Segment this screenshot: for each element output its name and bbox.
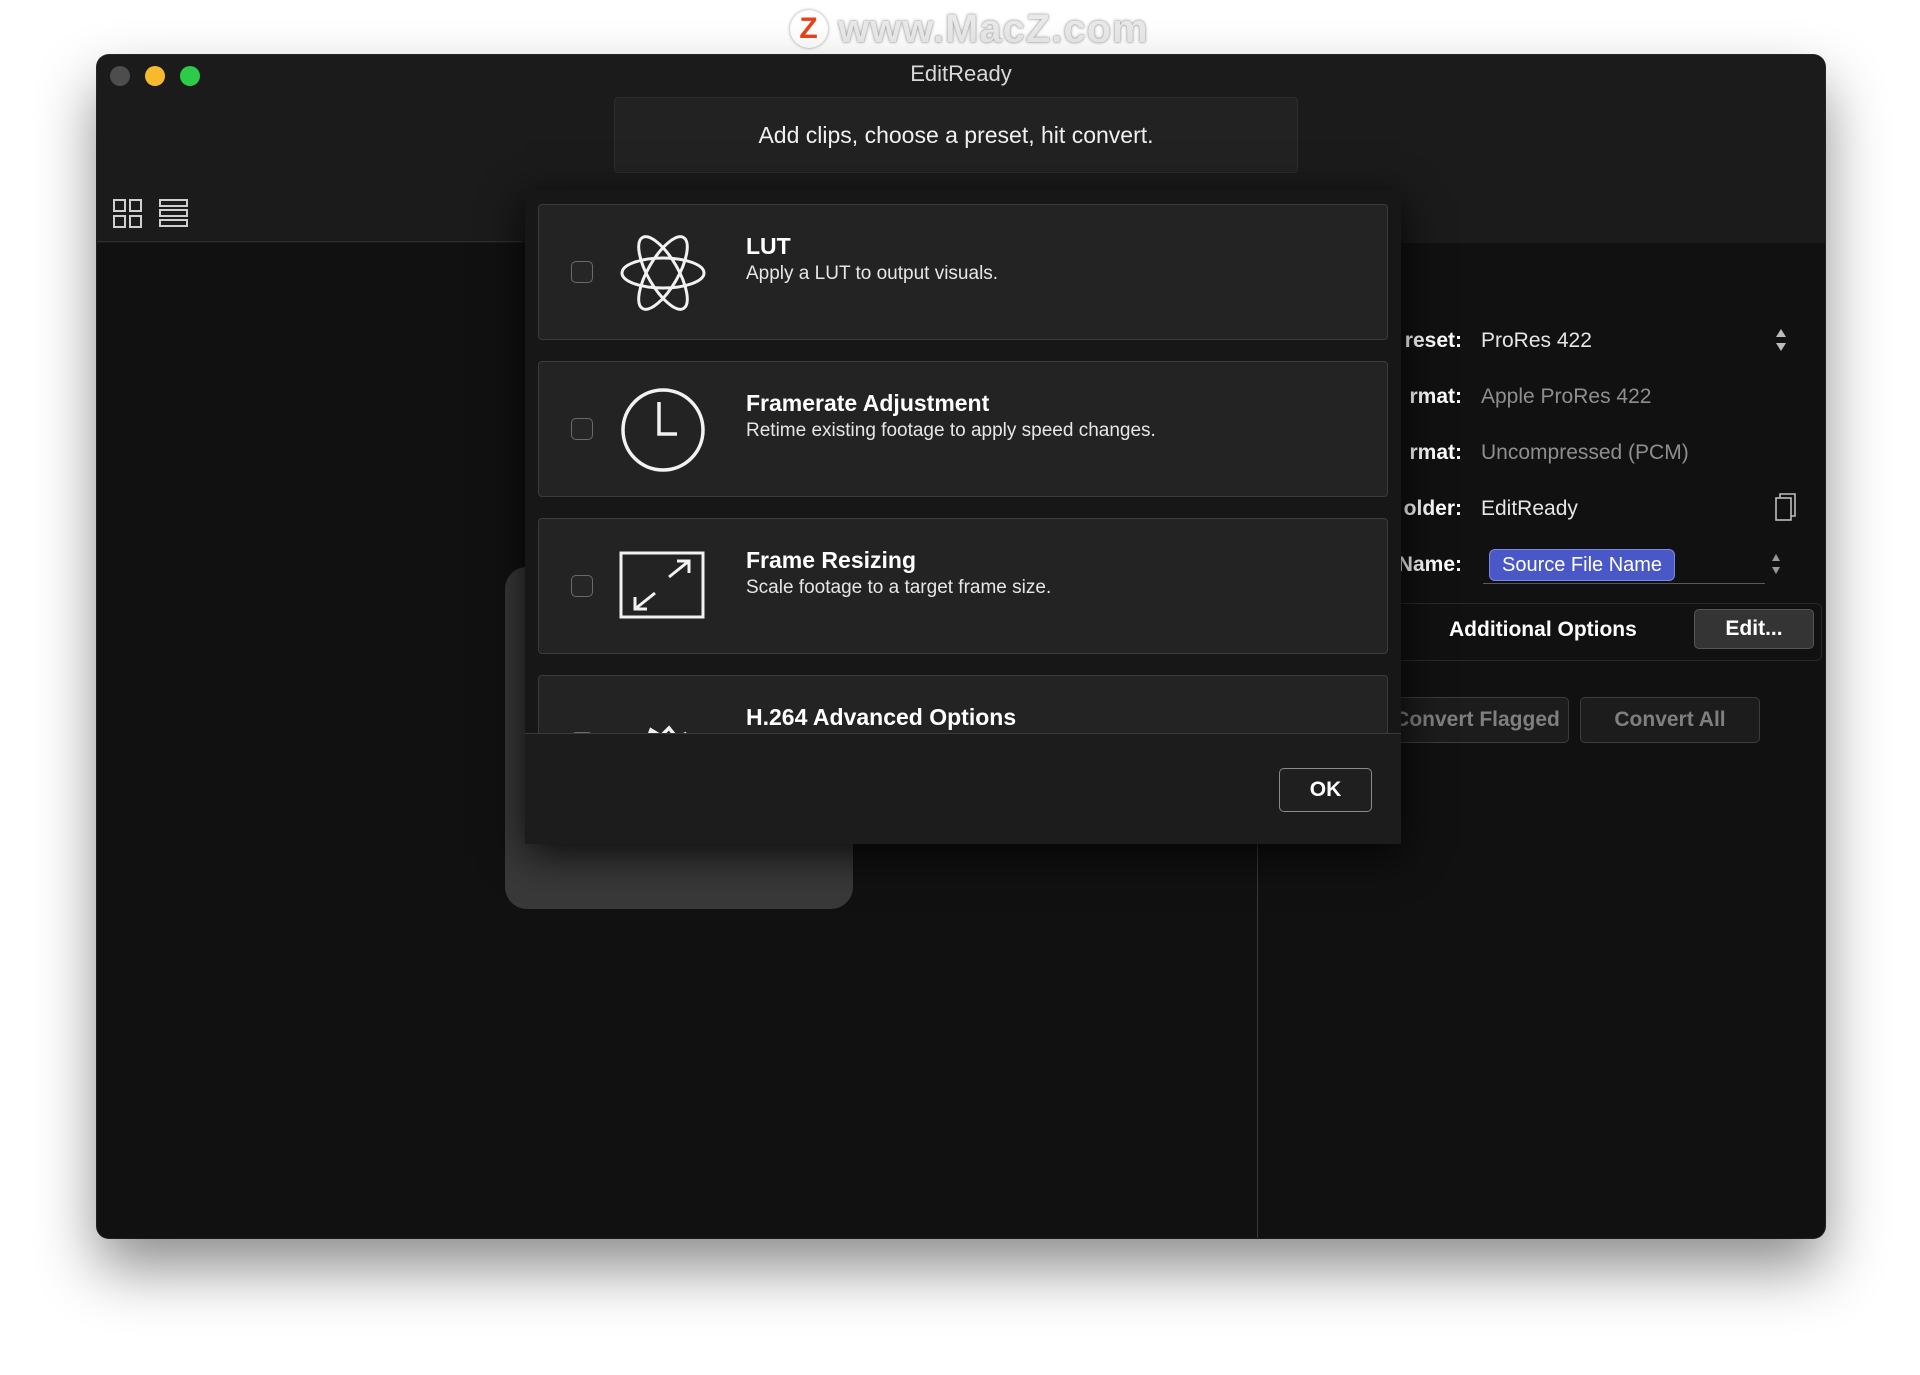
frame-resizing-checkbox[interactable] xyxy=(571,575,593,597)
folder-label: older: xyxy=(1403,497,1462,520)
window-title: EditReady xyxy=(910,61,1012,86)
audio-format-value: Uncompressed (PCM) xyxy=(1481,441,1689,464)
option-title: Frame Resizing xyxy=(746,547,916,573)
audio-format-label: rmat: xyxy=(1409,441,1462,464)
option-description: Apply a LUT to output visuals. xyxy=(746,263,999,284)
convert-all-button[interactable]: Convert All xyxy=(1580,697,1760,743)
option-description: Retime existing footage to apply speed c… xyxy=(746,420,1156,441)
resize-arrows-icon xyxy=(619,551,705,619)
option-title: LUT xyxy=(746,233,791,259)
name-label: Name: xyxy=(1397,553,1462,576)
view-mode-switcher xyxy=(113,199,189,229)
preset-label: reset: xyxy=(1404,329,1462,352)
name-row: Name: Source File Name xyxy=(1397,547,1825,587)
option-title: Framerate Adjustment xyxy=(746,390,990,416)
preset-stepper-icon[interactable] xyxy=(1774,327,1788,353)
convert-flagged-button[interactable]: Convert Flagged xyxy=(1385,697,1569,743)
source-file-name-token[interactable]: Source File Name xyxy=(1489,549,1676,581)
clock-icon xyxy=(621,388,705,472)
file-name-field[interactable]: Source File Name xyxy=(1483,547,1765,584)
edit-options-button[interactable]: Edit... xyxy=(1694,609,1814,649)
macz-logo-icon: Z xyxy=(790,10,828,48)
additional-options-label: Additional Options xyxy=(1449,618,1637,641)
options-list[interactable]: LUT Apply a LUT to output visuals. Frame… xyxy=(525,190,1401,733)
list-view-icon[interactable] xyxy=(159,199,189,229)
sheet-footer: OK xyxy=(525,733,1401,844)
folder-value[interactable]: EditReady xyxy=(1481,497,1578,521)
framerate-checkbox[interactable] xyxy=(571,418,593,440)
watermark: Z www.MacZ.com xyxy=(790,4,1149,54)
video-format-value: Apple ProRes 422 xyxy=(1481,385,1652,408)
list-header-divider xyxy=(97,241,522,242)
watermark-text: www.MacZ.com xyxy=(838,6,1149,51)
option-h264-advanced[interactable]: H.264 Advanced Options xyxy=(538,675,1388,733)
lut-checkbox[interactable] xyxy=(571,261,593,283)
ok-button[interactable]: OK xyxy=(1279,768,1372,812)
folder-row: older: EditReady xyxy=(1397,491,1825,531)
option-title: H.264 Advanced Options xyxy=(746,704,1017,730)
panel-divider xyxy=(1257,835,1258,1238)
preset-value[interactable]: ProRes 422 xyxy=(1481,329,1592,353)
gear-icon xyxy=(648,725,687,733)
choose-folder-icon[interactable] xyxy=(1775,493,1797,523)
atom-icon xyxy=(620,235,706,311)
additional-options-box: Additional Options Edit... xyxy=(1397,603,1822,661)
option-lut[interactable]: LUT Apply a LUT to output visuals. xyxy=(538,204,1388,340)
instruction-banner: Add clips, choose a preset, hit convert. xyxy=(614,97,1298,173)
video-format-label: rmat: xyxy=(1409,385,1462,408)
name-stepper-icon[interactable] xyxy=(1769,551,1783,577)
app-window: EditReady Add clips, choose a preset, hi… xyxy=(97,55,1825,1238)
additional-options-sheet: LUT Apply a LUT to output visuals. Frame… xyxy=(525,190,1401,844)
video-format-row: rmat: Apple ProRes 422 xyxy=(1397,379,1825,419)
option-framerate-adjustment[interactable]: Framerate Adjustment Retime existing foo… xyxy=(538,361,1388,497)
audio-format-row: rmat: Uncompressed (PCM) xyxy=(1397,435,1825,475)
option-description: Scale footage to a target frame size. xyxy=(746,577,1052,598)
grid-view-icon[interactable] xyxy=(113,199,143,229)
option-frame-resizing[interactable]: Frame Resizing Scale footage to a target… xyxy=(538,518,1388,654)
preset-row: reset: ProRes 422 xyxy=(1397,323,1825,363)
settings-panel: reset: ProRes 422 rmat: Apple ProRes 422… xyxy=(1385,243,1825,763)
